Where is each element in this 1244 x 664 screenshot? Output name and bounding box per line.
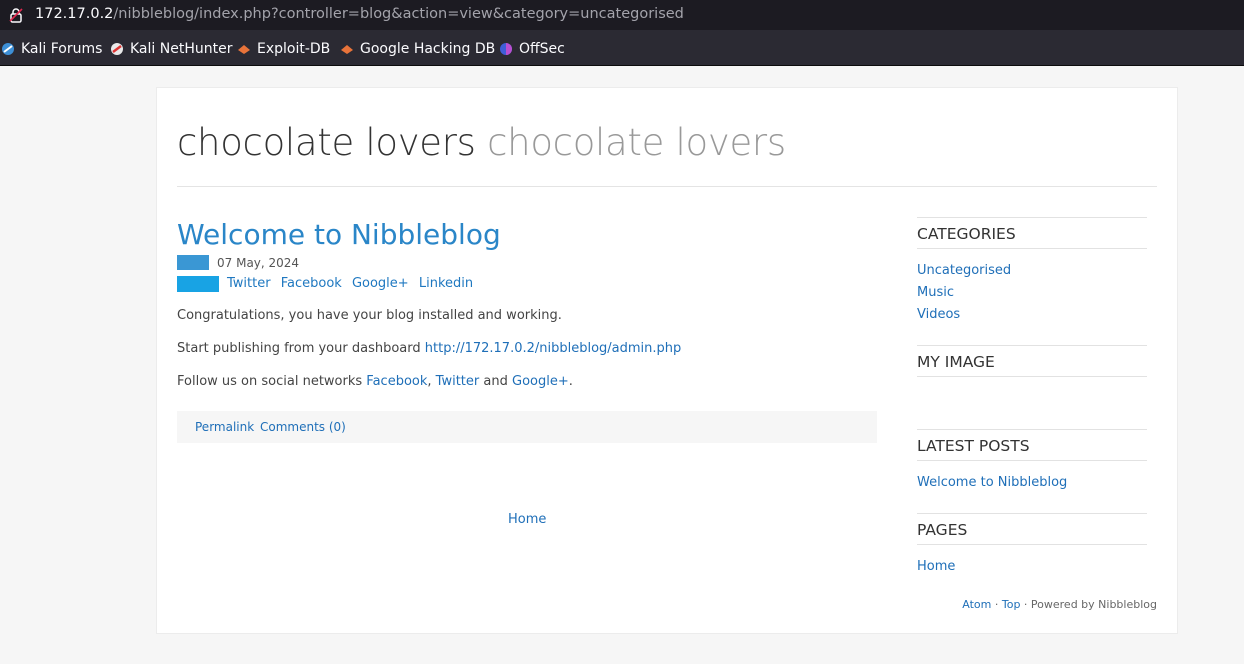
and-text: and: [483, 374, 508, 389]
site-name: chocolate lovers: [177, 121, 476, 164]
share-links: Twitter Facebook Google+ Linkedin: [227, 276, 479, 291]
post-footer: Permalink Comments (0): [177, 411, 877, 443]
footer-separator: ·: [991, 598, 1002, 611]
comma-text: ,: [427, 374, 432, 389]
sidebar-divider: [917, 460, 1147, 461]
exploit-db-icon: [238, 45, 250, 54]
bookmark-exploit-db[interactable]: Exploit-DB: [237, 40, 330, 58]
bookmark-label: Kali Forums: [21, 41, 103, 57]
post-paragraph-3: Follow us on social networks Facebook, T…: [177, 374, 573, 389]
kali-dragon-icon: [2, 43, 14, 55]
atom-feed-link[interactable]: Atom: [962, 598, 991, 611]
share-googleplus-link[interactable]: Google+: [352, 276, 409, 291]
post-paragraph-1: Congratulations, you have your blog inst…: [177, 308, 562, 323]
header-divider: [177, 186, 1157, 187]
share-twitter-link[interactable]: Twitter: [227, 276, 271, 291]
sidebar-divider: [917, 248, 1147, 249]
category-music-link[interactable]: Music: [917, 285, 954, 300]
ghdb-icon: [341, 45, 353, 54]
insecure-lock-icon[interactable]: [8, 7, 24, 23]
bookmark-label: OffSec: [519, 41, 565, 57]
post-title-link[interactable]: Welcome to Nibbleblog: [177, 218, 501, 251]
googleplus-link[interactable]: Google+: [512, 374, 569, 389]
site-footer: Atom · Top · Powered by Nibbleblog: [962, 598, 1157, 611]
period-text: .: [568, 374, 573, 389]
bookmark-kali-nethunter[interactable]: Kali NetHunter: [110, 40, 232, 58]
latest-posts-heading: LATEST POSTS: [917, 437, 1030, 455]
dashboard-link[interactable]: http://172.17.0.2/nibbleblog/admin.php: [425, 341, 682, 356]
latest-post-link[interactable]: Welcome to Nibbleblog: [917, 475, 1067, 490]
share-icon: [177, 276, 219, 292]
categories-heading: CATEGORIES: [917, 225, 1016, 243]
sidebar-divider: [917, 217, 1147, 218]
bookmark-google-hacking-db[interactable]: Google Hacking DB: [340, 40, 495, 58]
share-linkedin-link[interactable]: Linkedin: [419, 276, 473, 291]
comments-link[interactable]: Comments (0): [260, 420, 346, 434]
url-text[interactable]: 172.17.0.2/nibbleblog/index.php?controll…: [35, 6, 684, 22]
url-path: /nibbleblog/index.php?controller=blog&ac…: [113, 6, 684, 22]
sidebar-divider: [917, 429, 1147, 430]
pager-home-link[interactable]: Home: [508, 512, 546, 527]
page-home-link[interactable]: Home: [917, 559, 955, 574]
site-title: chocolate lovers chocolate lovers: [177, 121, 786, 164]
nethunter-icon: [111, 43, 123, 55]
powered-by-text: · Powered by Nibbleblog: [1020, 598, 1157, 611]
twitter-link[interactable]: Twitter: [436, 374, 480, 389]
bookmark-offsec[interactable]: OffSec: [499, 40, 565, 58]
date-icon: [177, 255, 209, 270]
pages-heading: PAGES: [917, 521, 968, 539]
sidebar-divider: [917, 513, 1147, 514]
paragraph-text: Follow us on social networks: [177, 374, 363, 389]
facebook-link[interactable]: Facebook: [366, 374, 427, 389]
sidebar-divider: [917, 345, 1147, 346]
category-uncategorised-link[interactable]: Uncategorised: [917, 263, 1011, 278]
bookmark-label: Kali NetHunter: [130, 41, 233, 57]
share-facebook-link[interactable]: Facebook: [281, 276, 342, 291]
bookmark-label: Google Hacking DB: [360, 41, 496, 57]
url-host: 172.17.0.2: [35, 6, 114, 22]
top-link[interactable]: Top: [1002, 598, 1021, 611]
bookmark-kali-forums[interactable]: Kali Forums: [1, 40, 102, 58]
sidebar-divider: [917, 376, 1147, 377]
bookmark-label: Exploit-DB: [257, 41, 331, 57]
post-date: 07 May, 2024: [217, 256, 300, 270]
my-image-heading: MY IMAGE: [917, 353, 995, 371]
offsec-icon: [500, 43, 512, 55]
permalink-link[interactable]: Permalink: [195, 420, 254, 434]
post-paragraph-2: Start publishing from your dashboard htt…: [177, 341, 681, 356]
blog-page: chocolate lovers chocolate lovers Welcom…: [156, 87, 1178, 634]
site-slogan: chocolate lovers: [487, 121, 786, 164]
bookmarks-toolbar: Kali Forums Kali NetHunter Exploit-DB Go…: [0, 30, 1244, 66]
browser-url-bar[interactable]: 172.17.0.2/nibbleblog/index.php?controll…: [0, 0, 1244, 30]
sidebar-divider: [917, 544, 1147, 545]
paragraph-text: Start publishing from your dashboard: [177, 341, 421, 356]
category-videos-link[interactable]: Videos: [917, 307, 960, 322]
